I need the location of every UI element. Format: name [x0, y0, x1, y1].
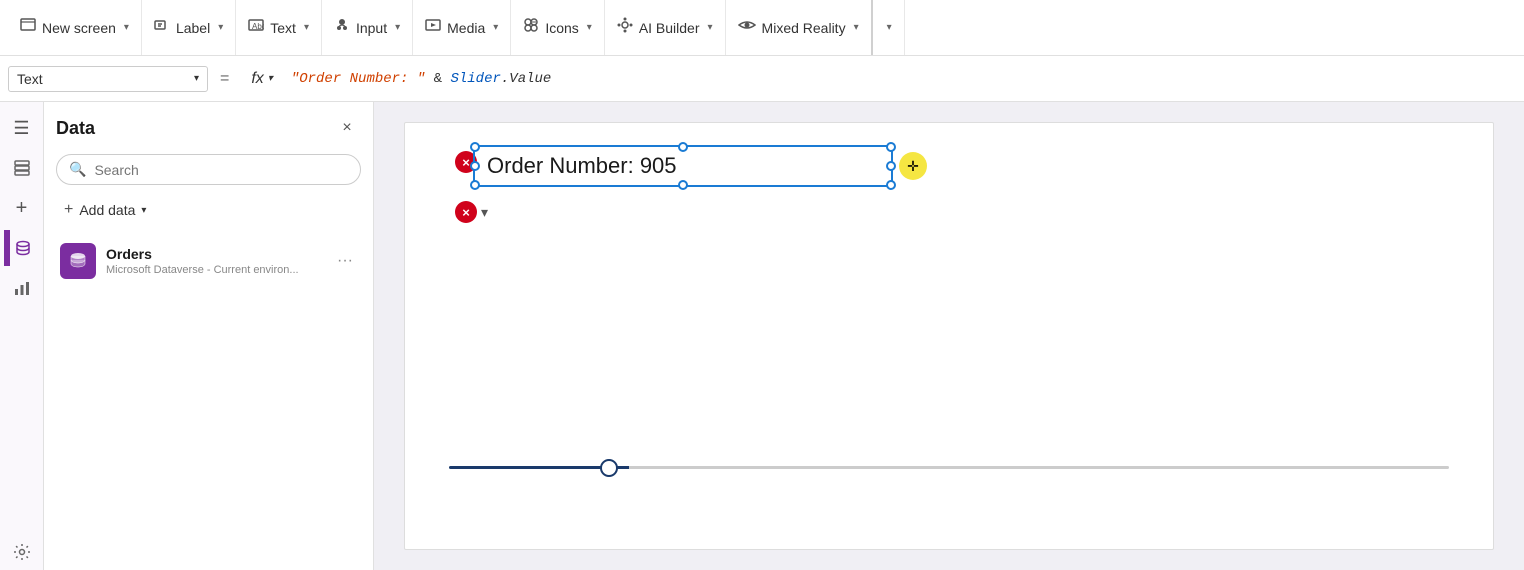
- formula-dot-property: .Value: [501, 71, 551, 87]
- icons-chevron: ▾: [587, 22, 592, 33]
- sidebar-icons: ☰ +: [0, 102, 44, 570]
- search-box[interactable]: 🔍: [56, 154, 361, 185]
- formula-code: "Order Number: " & Slider.Value: [291, 71, 551, 87]
- media-button[interactable]: Media ▾: [413, 0, 511, 55]
- data-panel-close-button[interactable]: ×: [333, 114, 361, 142]
- media-icon: [425, 17, 441, 38]
- new-screen-button[interactable]: New screen ▾: [8, 0, 142, 55]
- mixed-reality-icon: [738, 17, 756, 38]
- handle-top-left[interactable]: [470, 142, 480, 152]
- ai-builder-icon: [617, 17, 633, 38]
- orders-datasource-icon: [60, 243, 96, 279]
- handle-top-center[interactable]: [678, 142, 688, 152]
- more-chevron: ▾: [887, 22, 892, 33]
- text-chevron: ▾: [304, 22, 309, 33]
- data-panel-title: Data: [56, 118, 95, 139]
- sidebar-item-settings[interactable]: [4, 534, 40, 570]
- data-panel: Data × 🔍 + Add data ▾ Orders Microsoft D…: [44, 102, 374, 570]
- icons-button[interactable]: Icons ▾: [511, 0, 605, 55]
- mixed-reality-chevron: ▾: [854, 22, 859, 33]
- handle-bot-right[interactable]: [886, 180, 896, 190]
- orders-datasource-menu[interactable]: ···: [333, 248, 357, 274]
- search-input[interactable]: [94, 162, 348, 178]
- formula-input-area[interactable]: "Order Number: " & Slider.Value: [283, 66, 1516, 91]
- ai-builder-label: AI Builder: [639, 20, 700, 36]
- data-panel-header: Data ×: [56, 114, 361, 142]
- handle-mid-right[interactable]: [886, 161, 896, 171]
- search-icon: 🔍: [69, 161, 86, 178]
- sidebar-item-layers[interactable]: [4, 150, 40, 186]
- svg-text:Abc: Abc: [252, 22, 264, 31]
- orders-datasource-name: Orders: [106, 246, 323, 262]
- add-data-button[interactable]: + Add data ▾: [56, 197, 361, 223]
- label-label: Label: [176, 20, 210, 36]
- toolbar: New screen ▾ Label ▾ Abc Text ▾ Input ▾ …: [0, 0, 1524, 56]
- label-chevron: ▾: [218, 22, 223, 33]
- ai-builder-button[interactable]: AI Builder ▾: [605, 0, 726, 55]
- orders-datasource-item[interactable]: Orders Microsoft Dataverse - Current env…: [56, 235, 361, 287]
- text-button[interactable]: Abc Text ▾: [236, 0, 322, 55]
- text-widget[interactable]: Order Number: 905 ✛: [473, 145, 893, 187]
- sidebar-item-chart[interactable]: [4, 270, 40, 306]
- sidebar-item-insert[interactable]: +: [4, 190, 40, 226]
- fx-button[interactable]: fx ▾: [241, 66, 282, 92]
- sidebar-item-hamburger[interactable]: ☰: [4, 110, 40, 146]
- more-button[interactable]: ▾: [873, 0, 905, 55]
- input-button[interactable]: Input ▾: [322, 0, 413, 55]
- text-icon: Abc: [248, 17, 264, 38]
- orders-datasource-description: Microsoft Dataverse - Current environ...: [106, 264, 323, 276]
- error-badge-group-2: × ▾: [455, 201, 488, 223]
- fx-label: fx: [251, 70, 263, 88]
- canvas-area: × Order Number: 905 ✛ × ▾: [374, 102, 1524, 570]
- dropdown-indicator[interactable]: ▾: [481, 204, 488, 221]
- handle-top-right[interactable]: [886, 142, 896, 152]
- new-screen-chevron: ▾: [124, 22, 129, 33]
- media-label: Media: [447, 20, 485, 36]
- formula-string-part: "Order Number: ": [291, 71, 425, 87]
- sidebar-item-data[interactable]: [4, 230, 40, 266]
- fx-chevron: ▾: [268, 73, 273, 84]
- slider-thumb[interactable]: [600, 459, 618, 477]
- handle-bot-left[interactable]: [470, 180, 480, 190]
- slider-track[interactable]: [449, 466, 1449, 469]
- handle-mid-left[interactable]: [470, 161, 480, 171]
- formula-bar: Text ▾ = fx ▾ "Order Number: " & Slider.…: [0, 56, 1524, 102]
- main-area: ☰ + Data × 🔍 + Add data ▾: [0, 102, 1524, 570]
- slider-widget[interactable]: [449, 466, 1449, 469]
- add-icon: +: [64, 201, 73, 219]
- property-chevron: ▾: [194, 73, 199, 84]
- new-screen-label: New screen: [42, 20, 116, 36]
- handle-bot-center[interactable]: [678, 180, 688, 190]
- label-icon: [154, 17, 170, 38]
- new-screen-icon: [20, 17, 36, 38]
- property-selector[interactable]: Text ▾: [8, 66, 208, 92]
- text-label: Text: [270, 20, 296, 36]
- add-data-label: Add data: [79, 202, 135, 218]
- input-icon: [334, 17, 350, 38]
- mixed-reality-button[interactable]: Mixed Reality ▾: [726, 0, 873, 55]
- equals-sign: =: [208, 70, 241, 88]
- error-badge-2[interactable]: ×: [455, 201, 477, 223]
- orders-datasource-info: Orders Microsoft Dataverse - Current env…: [106, 246, 323, 276]
- input-label: Input: [356, 20, 387, 36]
- input-chevron: ▾: [395, 22, 400, 33]
- order-number-text: Order Number: 905: [487, 153, 677, 178]
- add-data-chevron: ▾: [141, 205, 146, 216]
- label-button[interactable]: Label ▾: [142, 0, 236, 55]
- mixed-reality-label: Mixed Reality: [762, 20, 846, 36]
- media-chevron: ▾: [493, 22, 498, 33]
- formula-operator: &: [425, 71, 450, 87]
- ai-builder-chevron: ▾: [708, 22, 713, 33]
- icons-icon: [523, 17, 539, 38]
- canvas-content[interactable]: × Order Number: 905 ✛ × ▾: [404, 122, 1494, 550]
- move-handle[interactable]: ✛: [899, 152, 927, 180]
- property-value: Text: [17, 71, 43, 87]
- icons-label: Icons: [545, 20, 578, 36]
- formula-object: Slider: [450, 71, 500, 87]
